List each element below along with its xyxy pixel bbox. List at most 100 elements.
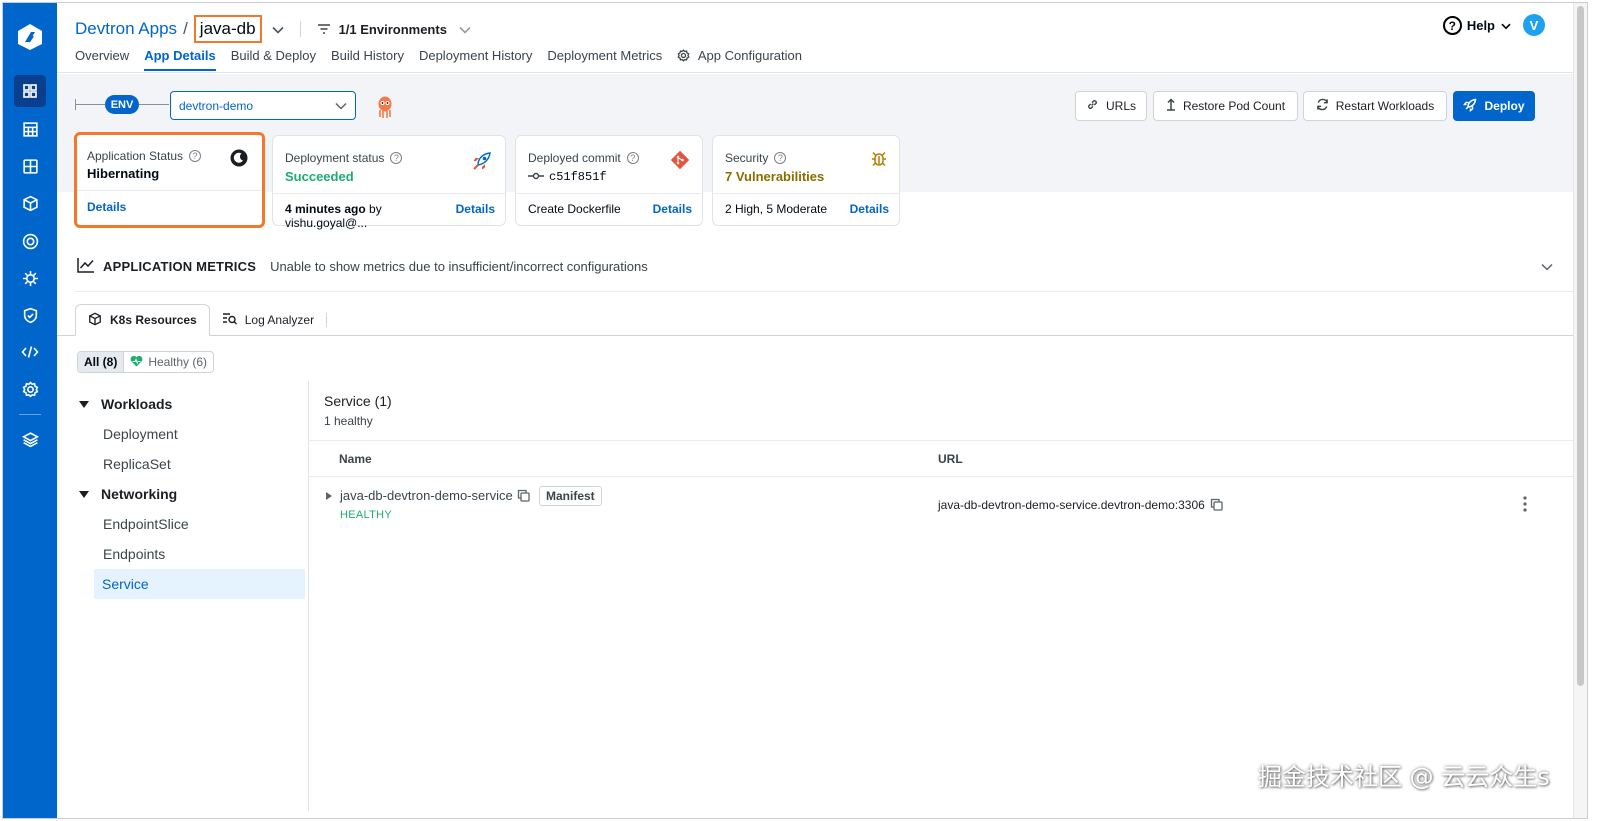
breadcrumb-apps-link[interactable]: Devtron Apps xyxy=(75,19,177,39)
caret-down-icon xyxy=(79,490,89,498)
deploy-button[interactable]: Deploy xyxy=(1453,91,1535,121)
health-filter: All (8) Healthy (6) xyxy=(77,351,215,373)
bug-icon[interactable] xyxy=(14,262,46,294)
tree-item-deployment[interactable]: Deployment xyxy=(75,419,305,449)
copy-icon[interactable] xyxy=(517,489,530,505)
layers-icon[interactable] xyxy=(14,423,46,455)
question-icon[interactable]: ? xyxy=(189,150,202,162)
security-footer: 2 High, 5 Moderate Details xyxy=(725,202,889,216)
app-header: Devtron Apps / java-db 1/1 Environments … xyxy=(57,3,1587,73)
chevron-down-icon[interactable] xyxy=(271,19,284,39)
scrollbar-thumb[interactable] xyxy=(1577,6,1584,686)
settings-icon[interactable] xyxy=(14,373,46,405)
security-summary: 2 High, 5 Moderate xyxy=(725,202,828,216)
tree-item-service[interactable]: Service xyxy=(94,569,305,599)
k8s-tabs: K8s Resources Log Analyzer xyxy=(75,304,328,336)
avatar[interactable]: V xyxy=(1523,14,1545,36)
commit-hash: c51f851f xyxy=(549,170,607,184)
restart-workloads-label: Restart Workloads xyxy=(1335,99,1435,113)
cube-icon[interactable] xyxy=(14,187,46,219)
left-nav xyxy=(3,3,57,818)
deployed-commit-title: Deployed commit ? xyxy=(528,151,639,165)
more-options-icon[interactable] xyxy=(1523,496,1527,515)
page-scrollbar[interactable] xyxy=(1573,3,1587,818)
target-icon[interactable] xyxy=(14,225,46,257)
refresh-icon xyxy=(1316,98,1329,114)
manifest-button[interactable]: Manifest xyxy=(539,486,602,506)
column-name: Name xyxy=(339,452,372,466)
shield-icon[interactable] xyxy=(14,299,46,331)
security-value: 7 Vulnerabilities xyxy=(725,169,825,184)
env-line xyxy=(139,104,169,105)
tab-k8s-resources[interactable]: K8s Resources xyxy=(75,304,210,336)
deployment-status-title-text: Deployment status xyxy=(285,151,385,165)
gear-icon xyxy=(677,48,694,63)
chevron-down-icon[interactable] xyxy=(1541,259,1553,274)
tab-app-details[interactable]: App Details xyxy=(144,48,216,71)
tree-item-replicaset[interactable]: ReplicaSet xyxy=(75,449,305,479)
env-line xyxy=(75,104,105,105)
deployment-status-details-link[interactable]: Details xyxy=(456,202,495,230)
deployment-status-value: Succeeded xyxy=(285,169,354,184)
tab-app-configuration[interactable]: App Configuration xyxy=(677,48,802,70)
deployment-status-card: Deployment status ? Succeeded 4 minutes … xyxy=(272,135,506,230)
dashboard-icon[interactable] xyxy=(14,150,46,182)
tab-log-analyzer[interactable]: Log Analyzer xyxy=(210,304,326,336)
caret-down-icon xyxy=(79,400,89,408)
log-search-icon xyxy=(222,312,237,328)
service-url: java-db-devtron-demo-service.devtron-dem… xyxy=(938,498,1205,512)
apps-grid-icon[interactable] xyxy=(14,75,46,107)
security-details-link[interactable]: Details xyxy=(850,202,889,216)
question-icon[interactable]: ? xyxy=(390,152,403,164)
tree-group-label: Networking xyxy=(101,486,178,502)
application-metrics-bar[interactable]: APPLICATION METRICS Unable to show metri… xyxy=(77,257,1553,275)
environment-select[interactable]: devtron-demo xyxy=(170,91,356,120)
tab-app-configuration-label: App Configuration xyxy=(697,48,802,63)
tab-build-history[interactable]: Build History xyxy=(331,48,404,70)
security-card: Security ? 7 Vulnerabilities 2 High, 5 M… xyxy=(712,135,900,226)
column-url: URL xyxy=(938,452,963,466)
restart-workloads-button[interactable]: Restart Workloads xyxy=(1303,91,1447,121)
deployment-status-title: Deployment status ? xyxy=(285,151,403,165)
filter-healthy[interactable]: Healthy (6) xyxy=(123,352,213,372)
card-divider xyxy=(273,193,505,194)
card-divider xyxy=(516,193,702,194)
question-icon[interactable]: ? xyxy=(774,152,787,164)
heart-icon xyxy=(130,355,143,370)
help-menu[interactable]: ? Help xyxy=(1442,16,1511,35)
tree-item-endpointslice[interactable]: EndpointSlice xyxy=(75,509,305,539)
chart-icon[interactable] xyxy=(14,113,46,145)
app-name[interactable]: java-db xyxy=(193,15,262,43)
copy-icon[interactable] xyxy=(1210,498,1223,514)
deployed-commit-details-link[interactable]: Details xyxy=(653,202,692,216)
tab-deployment-history[interactable]: Deployment History xyxy=(419,48,532,70)
tree-item-endpoints[interactable]: Endpoints xyxy=(75,539,305,569)
service-title: Service (1) xyxy=(324,393,392,409)
tree-group-networking[interactable]: Networking xyxy=(75,479,305,509)
commit-icon xyxy=(528,170,544,184)
code-icon[interactable] xyxy=(14,336,46,368)
urls-button[interactable]: URLs xyxy=(1075,91,1147,121)
chevron-down-icon xyxy=(459,22,471,37)
question-icon[interactable]: ? xyxy=(626,152,639,164)
tab-overview[interactable]: Overview xyxy=(75,48,129,70)
devtron-logo-icon[interactable] xyxy=(16,23,44,51)
service-name[interactable]: java-db-devtron-demo-service xyxy=(340,488,513,503)
filter-all[interactable]: All (8) xyxy=(78,352,124,372)
deployment-status-meta: 4 minutes ago by vishu.goyal@... xyxy=(285,202,460,230)
tab-log-analyzer-label: Log Analyzer xyxy=(244,313,315,327)
tree-group-workloads[interactable]: Workloads xyxy=(75,389,305,419)
card-divider xyxy=(77,190,262,191)
tab-deployment-metrics[interactable]: Deployment Metrics xyxy=(547,48,662,70)
card-divider xyxy=(713,193,899,194)
restore-pod-count-label: Restore Pod Count xyxy=(1182,99,1286,113)
bug-icon xyxy=(871,150,887,171)
app-window: Devtron Apps / java-db 1/1 Environments … xyxy=(2,2,1588,819)
restore-pod-count-button[interactable]: Restore Pod Count xyxy=(1153,91,1298,121)
application-metrics-title: APPLICATION METRICS xyxy=(103,258,257,274)
tab-build-deploy[interactable]: Build & Deploy xyxy=(231,48,316,70)
link-icon xyxy=(1086,98,1099,114)
environment-filter[interactable]: 1/1 Environments xyxy=(317,22,471,37)
caret-right-icon[interactable] xyxy=(326,492,332,500)
application-status-details-link[interactable]: Details xyxy=(87,200,126,214)
